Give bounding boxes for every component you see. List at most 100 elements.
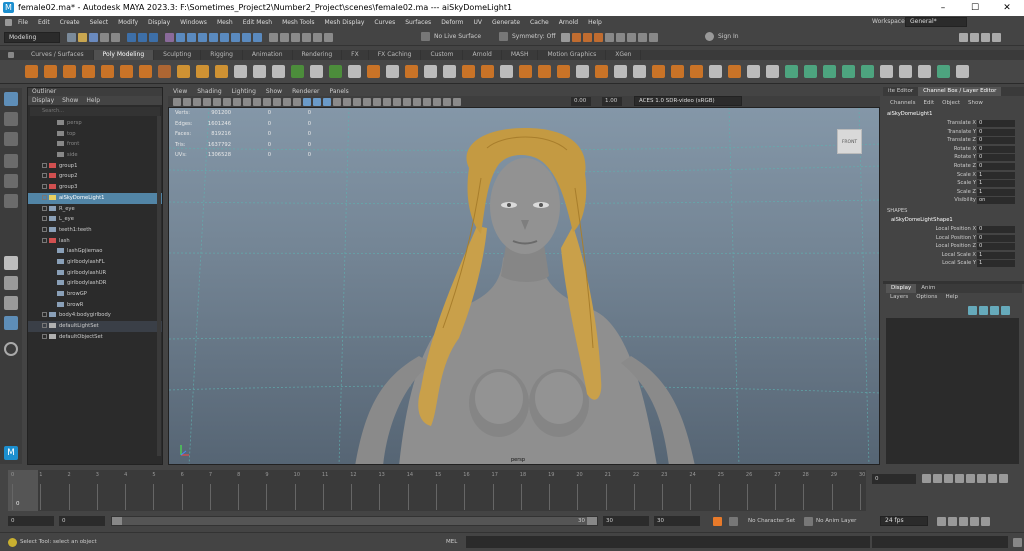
menu-arnold[interactable]: Arnold <box>554 16 583 29</box>
boolean-union-icon[interactable] <box>519 65 532 78</box>
menu-deform[interactable]: Deform <box>436 16 468 29</box>
persp-graph-layout-icon[interactable] <box>4 316 18 330</box>
live-surface-label[interactable]: No Live Surface <box>434 33 481 40</box>
tab-attribute-editor[interactable]: ite Editor <box>883 87 918 96</box>
save-scene-icon[interactable] <box>89 33 98 42</box>
menu-edit-mesh[interactable]: Edit Mesh <box>238 16 277 29</box>
step-back-key-icon[interactable] <box>933 474 942 483</box>
range-slider-start-handle[interactable] <box>112 517 122 525</box>
gate-mask-icon[interactable] <box>263 97 271 106</box>
expand-toggle-icon[interactable] <box>42 184 47 190</box>
expand-toggle-icon[interactable] <box>42 333 47 339</box>
select-handles-icon[interactable] <box>176 33 185 42</box>
outliner-row-defaultlightset[interactable]: defaultLightSet <box>28 321 162 332</box>
move-layer-down-icon[interactable] <box>979 306 988 315</box>
poly-torus-icon[interactable] <box>101 65 114 78</box>
shelf-tab-mash[interactable]: MASH <box>502 50 539 60</box>
symmetry-dropdown[interactable]: Symmetry: Off <box>512 33 555 40</box>
arnold-render-icon[interactable] <box>649 33 658 42</box>
outliner-row-browgp[interactable]: browGP <box>28 289 162 300</box>
expand-toggle-icon[interactable] <box>42 216 47 222</box>
select-misc-icon[interactable] <box>253 33 262 42</box>
shadows-icon[interactable] <box>363 97 371 106</box>
menu-curves[interactable]: Curves <box>369 16 400 29</box>
spherical-mapping-icon[interactable] <box>842 65 855 78</box>
playback-end-field[interactable]: 30 <box>603 516 649 526</box>
shelf-tab-sculpting[interactable]: Sculpting <box>154 50 202 60</box>
minimize-button[interactable]: – <box>928 0 958 16</box>
append-icon[interactable] <box>652 65 665 78</box>
render-setup-icon[interactable] <box>627 33 636 42</box>
attr-value-field[interactable]: 0 <box>977 234 1015 242</box>
screen-space-ao-icon[interactable] <box>373 97 381 106</box>
construction-history-icon[interactable] <box>561 33 570 42</box>
tool-settings-icon[interactable] <box>981 33 990 42</box>
boolean-difference-icon[interactable] <box>538 65 551 78</box>
wedge-icon[interactable] <box>728 65 741 78</box>
select-object-icon[interactable] <box>138 33 147 42</box>
poly-cylinder-icon[interactable] <box>63 65 76 78</box>
shelf-tab-arnold[interactable]: Arnold <box>463 50 502 60</box>
character-model[interactable] <box>355 128 695 465</box>
character-set-dropdown[interactable]: No Character Set <box>748 518 795 524</box>
menu-modify[interactable]: Modify <box>113 16 143 29</box>
fill-hole-icon[interactable] <box>633 65 646 78</box>
sweep-mesh-icon[interactable] <box>177 65 190 78</box>
wireframe-on-shaded-icon[interactable] <box>333 97 341 106</box>
connect-icon[interactable] <box>386 65 399 78</box>
render-settings-icon[interactable] <box>605 33 614 42</box>
poly-sphere-icon[interactable] <box>25 65 38 78</box>
sound-icon[interactable] <box>959 517 968 526</box>
menu-cache[interactable]: Cache <box>525 16 554 29</box>
motion-blur-icon[interactable] <box>383 97 391 106</box>
new-scene-icon[interactable] <box>67 33 76 42</box>
undo-icon[interactable] <box>100 33 109 42</box>
use-default-material-icon[interactable] <box>323 97 331 106</box>
script-language-toggle[interactable]: MEL <box>446 539 457 545</box>
redo-icon[interactable] <box>111 33 120 42</box>
menu-mesh-tools[interactable]: Mesh Tools <box>277 16 319 29</box>
snap-curve-icon[interactable] <box>280 33 289 42</box>
extrude-icon[interactable] <box>329 65 342 78</box>
cylindrical-mapping-icon[interactable] <box>823 65 836 78</box>
magnet-icon[interactable] <box>421 32 430 41</box>
reduce-icon[interactable] <box>576 65 589 78</box>
select-curves-icon[interactable] <box>198 33 207 42</box>
lasso-tool-icon[interactable] <box>4 112 18 126</box>
resolution-gate-icon[interactable] <box>253 97 261 106</box>
insert-edge-loop-icon[interactable] <box>424 65 437 78</box>
target-weld-icon[interactable] <box>367 65 380 78</box>
layer-list[interactable] <box>886 318 1019 464</box>
outliner-row-girlbodylashfl[interactable]: girlbodylashFL <box>28 257 162 268</box>
attr-value-field[interactable]: 1 <box>977 171 1015 179</box>
expand-toggle-icon[interactable] <box>42 162 47 168</box>
workspace-dropdown[interactable]: General* <box>905 17 967 27</box>
field-chart-icon[interactable] <box>273 97 281 106</box>
retopo-icon[interactable] <box>614 65 627 78</box>
snap-grid-icon[interactable] <box>269 33 278 42</box>
xray-icon[interactable] <box>423 97 431 106</box>
snap-vertex-icon[interactable] <box>324 33 333 42</box>
menu-mesh[interactable]: Mesh <box>212 16 238 29</box>
shelf-tab-motion-graphics[interactable]: Motion Graphics <box>538 50 607 60</box>
shelf-tab-fx[interactable]: FX <box>342 50 369 60</box>
open-scene-icon[interactable] <box>78 33 87 42</box>
menu-uv[interactable]: UV <box>469 16 488 29</box>
hypershade-icon[interactable] <box>616 33 625 42</box>
menu-windows[interactable]: Windows <box>175 16 212 29</box>
viewport-menu-show[interactable]: Show <box>261 87 287 96</box>
search-icon[interactable] <box>4 342 18 356</box>
attr-value-field[interactable]: 1 <box>977 180 1015 188</box>
remesh-icon[interactable] <box>595 65 608 78</box>
play-forwards-icon[interactable] <box>966 474 975 483</box>
outliner-menu-help[interactable]: Help <box>82 96 104 105</box>
boolean-intersection-icon[interactable] <box>557 65 570 78</box>
outliner-row-group2[interactable]: group2 <box>28 171 162 182</box>
svg-tool-icon[interactable] <box>215 65 228 78</box>
shelf-tab-rendering[interactable]: Rendering <box>293 50 343 60</box>
outliner-row-defaultobjectset[interactable]: defaultObjectSet <box>28 332 162 343</box>
bookmarks-icon[interactable] <box>193 97 201 106</box>
paint-select-tool-icon[interactable] <box>4 132 18 146</box>
attr-value-field[interactable]: 0 <box>977 145 1015 153</box>
rotate-tool-icon[interactable] <box>4 174 18 188</box>
